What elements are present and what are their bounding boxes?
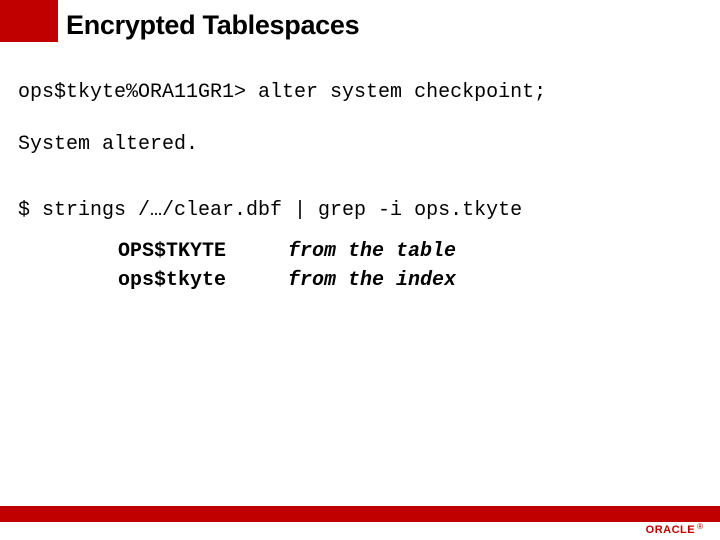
oracle-logo: ORACLE ® bbox=[646, 524, 702, 536]
shell-command-line: $ strings /…/clear.dbf | grep -i ops.tky… bbox=[18, 196, 702, 226]
sql-result-line: System altered. bbox=[18, 130, 702, 160]
footer-bar bbox=[0, 506, 720, 522]
accent-block bbox=[0, 0, 58, 42]
slide-body: ops$tkyte%ORA11GR1> alter system checkpo… bbox=[18, 78, 702, 292]
logo-word: ORACLE bbox=[646, 524, 695, 536]
output-row: OPS$TKYTE from the table bbox=[18, 240, 702, 263]
slide: Encrypted Tablespaces ops$tkyte%ORA11GR1… bbox=[0, 0, 720, 540]
output-left: OPS$TKYTE bbox=[118, 240, 288, 263]
sql-prompt-line: ops$tkyte%ORA11GR1> alter system checkpo… bbox=[18, 78, 702, 108]
output-right: from the table bbox=[288, 240, 456, 263]
registered-icon: ® bbox=[697, 522, 703, 531]
output-row: ops$tkyte from the index bbox=[18, 269, 702, 292]
slide-title: Encrypted Tablespaces bbox=[66, 10, 359, 41]
output-right: from the index bbox=[288, 269, 456, 292]
output-left: ops$tkyte bbox=[118, 269, 288, 292]
